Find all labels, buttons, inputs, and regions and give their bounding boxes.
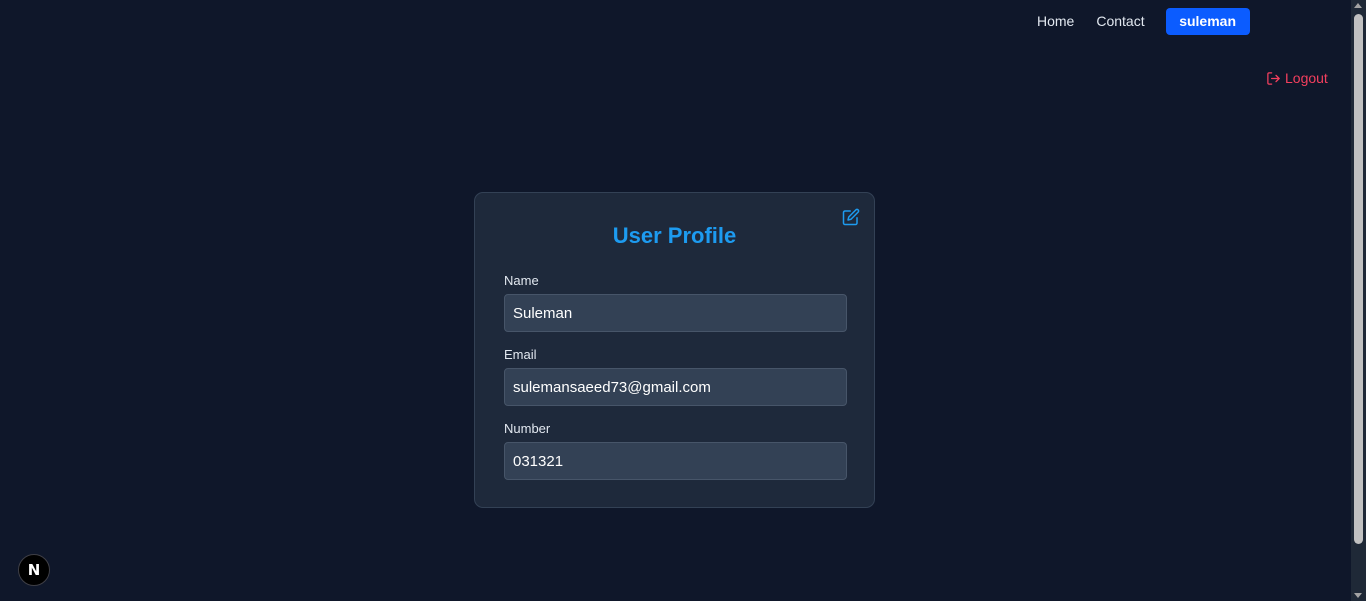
name-field[interactable] [504,294,847,332]
page-title: User Profile [612,223,737,248]
email-field[interactable] [504,368,847,406]
name-label: Name [504,273,539,288]
scroll-up-icon[interactable] [1354,3,1362,8]
scrollbar[interactable] [1351,0,1366,601]
profile-card: User Profile Name Email Number [474,192,875,508]
logout-button[interactable]: Logout [1266,70,1328,86]
top-nav: Home Contact suleman [1026,8,1250,35]
scroll-down-icon[interactable] [1354,593,1362,598]
nextjs-dev-badge[interactable]: N [18,554,50,586]
email-label: Email [504,347,537,362]
nav-contact-link[interactable]: Contact [1085,8,1155,35]
nextjs-icon: N [27,561,41,579]
logout-label: Logout [1285,70,1328,86]
user-button[interactable]: suleman [1165,8,1250,35]
nav-home-link[interactable]: Home [1026,8,1085,35]
number-label: Number [504,421,551,436]
logout-icon [1267,71,1280,85]
scroll-thumb[interactable] [1354,14,1363,544]
page: Home Contact suleman Logout User Profile… [0,0,1366,601]
number-field[interactable] [504,442,847,480]
